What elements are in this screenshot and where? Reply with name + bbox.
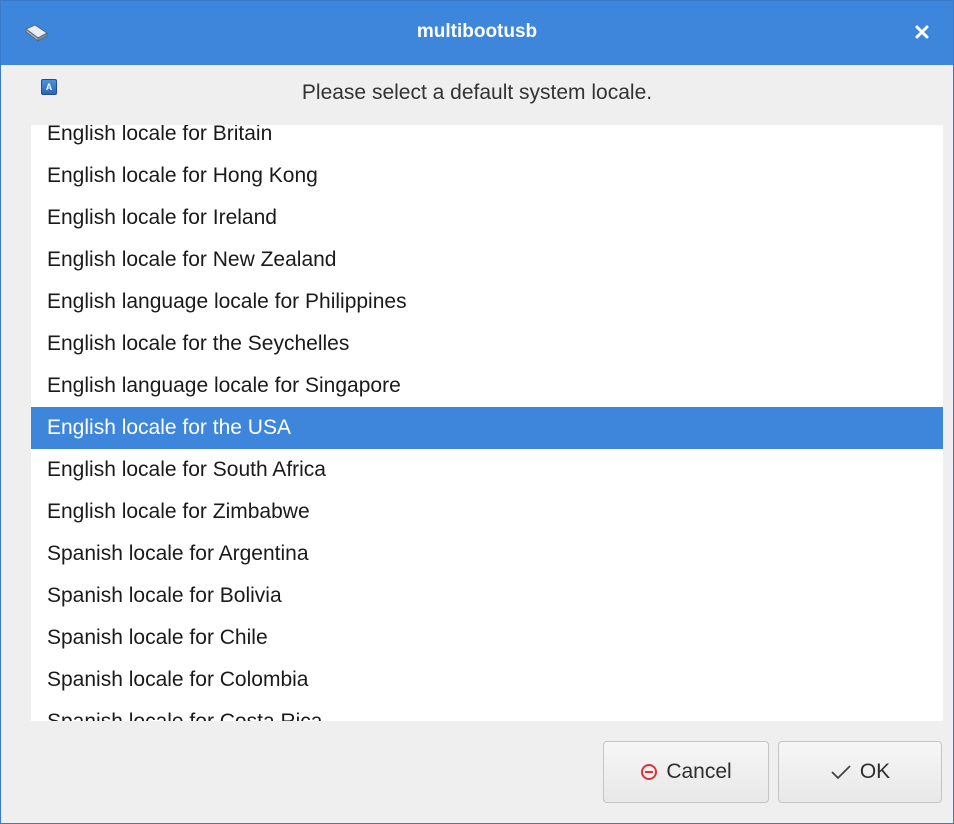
dialog-window: multibootusb A Please select a default s…	[0, 0, 954, 824]
ok-button[interactable]: OK	[778, 741, 942, 803]
list-item[interactable]: Spanish locale for Chile	[31, 617, 943, 659]
list-item[interactable]: English language locale for Singapore	[31, 365, 943, 407]
list-item[interactable]: English locale for Zimbabwe	[31, 491, 943, 533]
checkmark-icon	[830, 763, 852, 781]
cancel-label: Cancel	[666, 760, 732, 783]
list-item[interactable]: English language locale for Philippines	[31, 281, 943, 323]
close-button[interactable]	[907, 17, 937, 47]
list-item[interactable]: English locale for New Zealand	[31, 239, 943, 281]
window-title: multibootusb	[416, 21, 538, 42]
list-item[interactable]: English locale for South Africa	[31, 449, 943, 491]
close-icon	[915, 25, 929, 39]
list-item[interactable]: English locale for Hong Kong	[31, 155, 943, 197]
list-item[interactable]: English locale for Ireland	[31, 197, 943, 239]
title-bar: multibootusb	[1, 1, 953, 65]
locale-list[interactable]: English locale for Britain English locale…	[31, 125, 943, 721]
list-item[interactable]: English locale for Britain	[31, 125, 943, 155]
list-item[interactable]: English locale for the Seychelles	[31, 323, 943, 365]
list-item[interactable]: Spanish locale for Colombia	[31, 659, 943, 701]
list-item-selected[interactable]: English locale for the USA	[31, 407, 943, 449]
list-item[interactable]: Spanish locale for Costa Rica	[31, 701, 943, 721]
prompt-row: A Please select a default system locale.	[1, 65, 953, 125]
list-item[interactable]: Spanish locale for Argentina	[31, 533, 943, 575]
cancel-icon	[640, 763, 658, 781]
cancel-button[interactable]: Cancel	[603, 741, 769, 803]
locale-list-items: English locale for Britain English locale…	[31, 125, 943, 721]
prompt-text: Please select a default system locale.	[301, 81, 653, 104]
list-item[interactable]: Spanish locale for Bolivia	[31, 575, 943, 617]
ok-label: OK	[859, 760, 891, 783]
